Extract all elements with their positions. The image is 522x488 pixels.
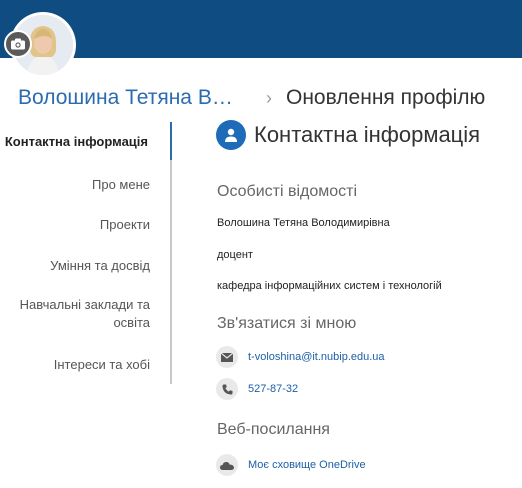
nav-item-interests[interactable]: Інтереси та хобі bbox=[54, 356, 150, 374]
full-name-value: Волошина Тетяна Володимирівна bbox=[217, 217, 390, 229]
nav-item-about-me[interactable]: Про мене bbox=[92, 176, 150, 194]
phone-icon bbox=[216, 378, 238, 400]
chevron-right-icon: › bbox=[266, 87, 272, 108]
nav-item-projects[interactable]: Проекти bbox=[100, 216, 150, 234]
department-value: кафедра інформаційних систем і технологі… bbox=[217, 280, 442, 292]
nav-item-contact-info[interactable]: Контактна інформація bbox=[5, 133, 148, 151]
position-value: доцент bbox=[217, 249, 253, 261]
phone-row: 527-87-32 bbox=[216, 378, 298, 400]
phone-link[interactable]: 527-87-32 bbox=[248, 383, 298, 395]
profile-sections-nav: Контактна інформація Про мене Проекти Ум… bbox=[0, 122, 172, 384]
breadcrumb: Волошина Тетяна Володимирівна › Оновленн… bbox=[18, 84, 518, 112]
top-banner bbox=[0, 0, 522, 58]
page-title: Оновлення профілю bbox=[286, 86, 486, 109]
person-icon bbox=[216, 120, 246, 150]
section-header: Контактна інформація bbox=[216, 120, 480, 150]
web-links-heading: Веб-посилання bbox=[217, 421, 330, 438]
breadcrumb-profile-name[interactable]: Волошина Тетяна Володимирівна bbox=[18, 86, 244, 110]
onedrive-link[interactable]: Моє сховище OneDrive bbox=[248, 459, 366, 471]
section-title: Контактна інформація bbox=[254, 122, 481, 147]
cloud-icon bbox=[216, 454, 238, 476]
camera-icon[interactable] bbox=[4, 30, 32, 58]
nav-item-skills[interactable]: Уміння та досвід bbox=[50, 257, 150, 275]
email-row: t-voloshina@it.nubip.edu.ua bbox=[216, 346, 385, 368]
active-indicator bbox=[170, 122, 172, 160]
contact-heading: Зв'язатися зі мною bbox=[217, 315, 357, 332]
onedrive-row: Моє сховище OneDrive bbox=[216, 454, 366, 476]
email-link[interactable]: t-voloshina@it.nubip.edu.ua bbox=[248, 351, 385, 363]
mail-icon bbox=[216, 346, 238, 368]
personal-info-heading: Особисті відомості bbox=[217, 183, 358, 200]
nav-item-education[interactable]: Навчальні заклади та освіта bbox=[10, 296, 150, 332]
